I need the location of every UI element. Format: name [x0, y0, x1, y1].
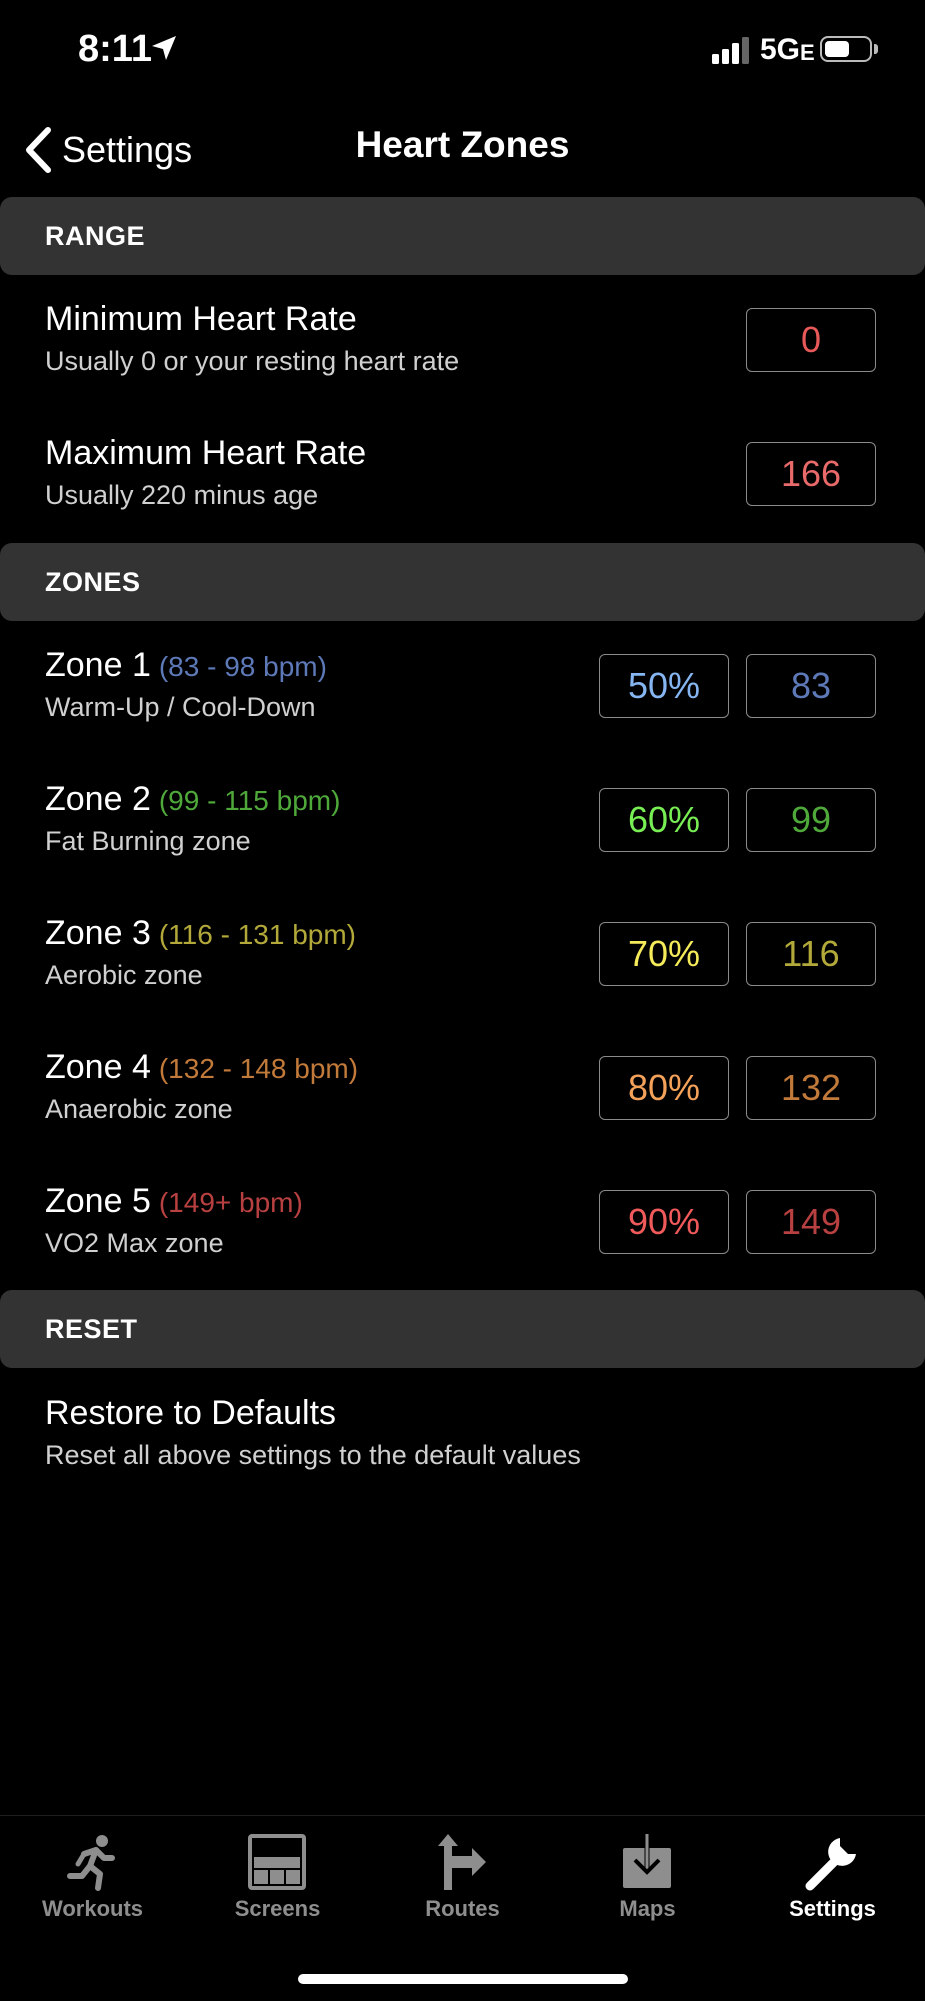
tab-label: Routes — [425, 1896, 500, 1921]
route-sign-icon — [438, 1834, 486, 1890]
zone-percent-input[interactable]: 80% — [599, 1056, 729, 1120]
zone-title: Zone 2 (99 - 115 bpm) — [45, 780, 340, 819]
zone-bpm-range: (149+ bpm) — [158, 1187, 303, 1218]
zone-row: Zone 4 (132 - 148 bpm) Anaerobic zone 80%… — [0, 1048, 925, 1168]
tab-label: Settings — [789, 1896, 876, 1921]
battery-icon — [820, 36, 872, 62]
restore-defaults-title: Restore to Defaults — [45, 1394, 337, 1432]
zone-bpm-range: (116 - 131 bpm) — [158, 919, 356, 950]
zone-bpm-input[interactable]: 99 — [746, 788, 876, 852]
tab-screens[interactable]: Screens — [185, 1816, 370, 1926]
max-heart-rate-title: Maximum Heart Rate — [45, 434, 367, 472]
tab-settings[interactable]: Settings — [740, 1816, 925, 1926]
wrench-icon — [805, 1838, 856, 1891]
section-header-reset: RESET — [0, 1290, 925, 1368]
running-person-icon — [67, 1835, 115, 1891]
home-indicator[interactable] — [298, 1974, 628, 1984]
map-download-icon — [623, 1834, 671, 1888]
tab-label: Screens — [234, 1896, 321, 1921]
min-heart-rate-title: Minimum Heart Rate — [45, 300, 357, 338]
zone-subtitle: Fat Burning zone — [45, 826, 251, 856]
zone-percent-input[interactable]: 90% — [599, 1190, 729, 1254]
tab-label: Workouts — [41, 1896, 144, 1921]
section-label-zones: ZONES — [45, 567, 141, 597]
zone-row: Zone 2 (99 - 115 bpm) Fat Burning zone 60… — [0, 780, 925, 900]
min-heart-rate-row: Minimum Heart Rate Usually 0 or your res… — [0, 300, 925, 420]
battery-tip — [874, 44, 878, 54]
status-bar: 8:11 5G E — [0, 0, 925, 100]
zone-title: Zone 5 (149+ bpm) — [45, 1182, 303, 1221]
zone-bpm-input[interactable]: 83 — [746, 654, 876, 718]
section-label-reset: RESET — [45, 1314, 138, 1344]
tab-workouts[interactable]: Workouts — [0, 1816, 185, 1926]
zone-name: Zone 2 — [45, 780, 151, 818]
zone-bpm-input[interactable]: 116 — [746, 922, 876, 986]
zone-subtitle: Aerobic zone — [45, 960, 203, 990]
zone-subtitle: Warm-Up / Cool-Down — [45, 692, 316, 722]
zone-bpm-range: (99 - 115 bpm) — [158, 785, 341, 816]
zone-name: Zone 4 — [45, 1048, 151, 1086]
zone-percent-input[interactable]: 70% — [599, 922, 729, 986]
page-title: Heart Zones — [355, 124, 570, 165]
zone-percent-input[interactable]: 60% — [599, 788, 729, 852]
min-heart-rate-input[interactable]: 0 — [746, 308, 876, 372]
zone-bpm-input[interactable]: 149 — [746, 1190, 876, 1254]
tab-routes[interactable]: Routes — [370, 1816, 555, 1926]
zone-bpm-range: (132 - 148 bpm) — [158, 1053, 359, 1084]
tab-maps[interactable]: Maps — [555, 1816, 740, 1926]
screens-grid-icon — [248, 1834, 306, 1890]
navigation-bar: Settings Heart Zones — [0, 110, 925, 190]
section-label-range: RANGE — [45, 221, 146, 251]
zone-name: Zone 5 — [45, 1182, 151, 1220]
network-suffix: E — [800, 40, 815, 65]
network-type: 5G — [760, 33, 801, 66]
zone-bpm-range: (83 - 98 bpm) — [158, 651, 327, 682]
max-heart-rate-row: Maximum Heart Rate Usually 220 minus age… — [0, 434, 925, 554]
signal-bars-icon — [712, 37, 749, 64]
max-heart-rate-subtitle: Usually 220 minus age — [45, 480, 319, 510]
status-time: 8:11 — [78, 28, 152, 70]
restore-defaults-row[interactable]: Restore to Defaults Reset all above sett… — [0, 1394, 925, 1514]
zone-percent-input[interactable]: 50% — [599, 654, 729, 718]
zone-title: Zone 3 (116 - 131 bpm) — [45, 914, 356, 953]
zone-title: Zone 1 (83 - 98 bpm) — [45, 646, 327, 685]
zone-row: Zone 3 (116 - 131 bpm) Aerobic zone 70% 1… — [0, 914, 925, 1034]
zone-row: Zone 5 (149+ bpm) VO2 Max zone 90% 149 — [0, 1182, 925, 1302]
zone-subtitle: VO2 Max zone — [45, 1228, 224, 1258]
zone-name: Zone 3 — [45, 914, 151, 952]
zone-bpm-input[interactable]: 132 — [746, 1056, 876, 1120]
location-arrow-icon — [152, 36, 176, 60]
section-header-range: RANGE — [0, 197, 925, 275]
max-heart-rate-input[interactable]: 166 — [746, 442, 876, 506]
restore-defaults-subtitle: Reset all above settings to the default … — [45, 1440, 581, 1470]
zone-subtitle: Anaerobic zone — [45, 1094, 233, 1124]
section-header-zones: ZONES — [0, 543, 925, 621]
min-heart-rate-subtitle: Usually 0 or your resting heart rate — [45, 346, 460, 376]
zone-title: Zone 4 (132 - 148 bpm) — [45, 1048, 358, 1087]
zone-name: Zone 1 — [45, 646, 151, 684]
zone-row: Zone 1 (83 - 98 bpm) Warm-Up / Cool-Down … — [0, 646, 925, 766]
tab-label: Maps — [619, 1896, 676, 1921]
